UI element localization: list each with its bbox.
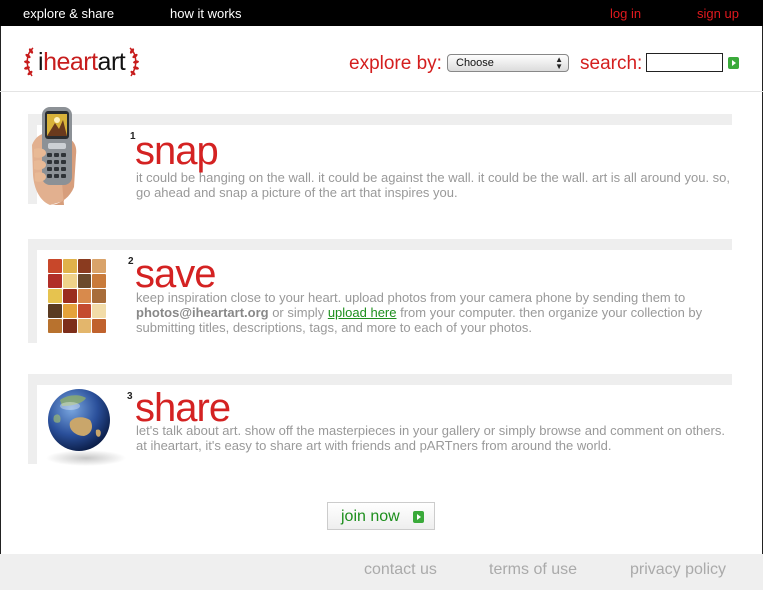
- mosaic-tile: [77, 319, 92, 333]
- step-description-snap: it could be hanging on the wall. it coul…: [136, 170, 731, 200]
- mosaic-tile: [77, 289, 92, 303]
- logo-wordmark: iheartart: [38, 47, 126, 77]
- step-side-3: [28, 374, 37, 464]
- nav-explore-share[interactable]: explore & share: [23, 6, 114, 21]
- mosaic-tile: [48, 304, 62, 318]
- save-desc-text-1: keep inspiration close to your heart. up…: [136, 290, 686, 305]
- step-band-3: [28, 374, 732, 385]
- nav-how-it-works[interactable]: how it works: [170, 6, 242, 21]
- mosaic-tile: [48, 259, 62, 273]
- join-now-button[interactable]: join now: [327, 502, 435, 530]
- logo-accent: heart: [43, 47, 98, 76]
- join-now-label: join now: [341, 508, 400, 525]
- laurel-right-icon: [129, 47, 140, 77]
- mosaic-tile: [92, 319, 106, 333]
- mosaic-tile: [92, 274, 106, 288]
- join-go-icon: [413, 511, 424, 523]
- mosaic-tile: [92, 304, 106, 318]
- step-number-2: 2: [128, 256, 134, 267]
- footer: contact us terms of use privacy policy: [0, 554, 763, 590]
- laurel-left-icon: [24, 47, 34, 77]
- top-nav: explore & share how it works log in sign…: [0, 0, 763, 26]
- mosaic-tile: [77, 259, 92, 273]
- step-title-share: share: [135, 386, 231, 430]
- phone-in-hand-image: [30, 105, 126, 205]
- step-side-2: [28, 239, 37, 343]
- step-band-2: [28, 239, 732, 250]
- footer-privacy-link[interactable]: privacy policy: [630, 561, 726, 579]
- select-arrows-icon: ▲ ▼: [555, 55, 563, 71]
- search-input[interactable]: [646, 53, 723, 72]
- mosaic-tile: [62, 319, 77, 333]
- step-description-share: let's talk about art. show off the maste…: [136, 423, 725, 453]
- search-label: search:: [580, 53, 643, 74]
- mosaic-tile: [62, 274, 77, 288]
- step-number-3: 3: [127, 391, 133, 402]
- mosaic-tile: [77, 274, 92, 288]
- mosaic-tile: [62, 259, 77, 273]
- mosaic-tile: [48, 289, 62, 303]
- step-band-1: [28, 114, 732, 125]
- footer-contact-link[interactable]: contact us: [364, 561, 437, 579]
- explore-by-label: explore by:: [349, 53, 442, 74]
- mosaic-tile: [92, 259, 106, 273]
- save-desc-text-2: or simply: [268, 305, 328, 320]
- explore-select-value: Choose: [456, 57, 494, 69]
- mosaic-tile: [48, 274, 62, 288]
- globe-image: [40, 386, 130, 468]
- art-mosaic-image: [48, 259, 106, 333]
- mosaic-tile: [48, 319, 62, 333]
- search-go-icon[interactable]: [728, 57, 739, 69]
- explore-select[interactable]: Choose ▲ ▼: [447, 54, 569, 72]
- logo[interactable]: iheartart: [22, 44, 141, 80]
- logo-suffix: art: [97, 47, 126, 76]
- mosaic-tile: [62, 304, 77, 318]
- step-title-save: save: [135, 252, 216, 296]
- upload-here-link[interactable]: upload here: [328, 305, 397, 320]
- footer-terms-link[interactable]: terms of use: [489, 561, 577, 579]
- step-title-snap: snap: [135, 129, 219, 173]
- photos-email: photos@iheartart.org: [136, 305, 269, 320]
- step-description-save: keep inspiration close to your heart. up…: [136, 290, 736, 335]
- signup-link[interactable]: sign up: [697, 6, 739, 21]
- header: iheartart explore by: Choose ▲ ▼ search:: [0, 26, 763, 92]
- login-link[interactable]: log in: [610, 6, 641, 21]
- mosaic-tile: [77, 304, 92, 318]
- mosaic-tile: [62, 289, 77, 303]
- mosaic-tile: [92, 289, 106, 303]
